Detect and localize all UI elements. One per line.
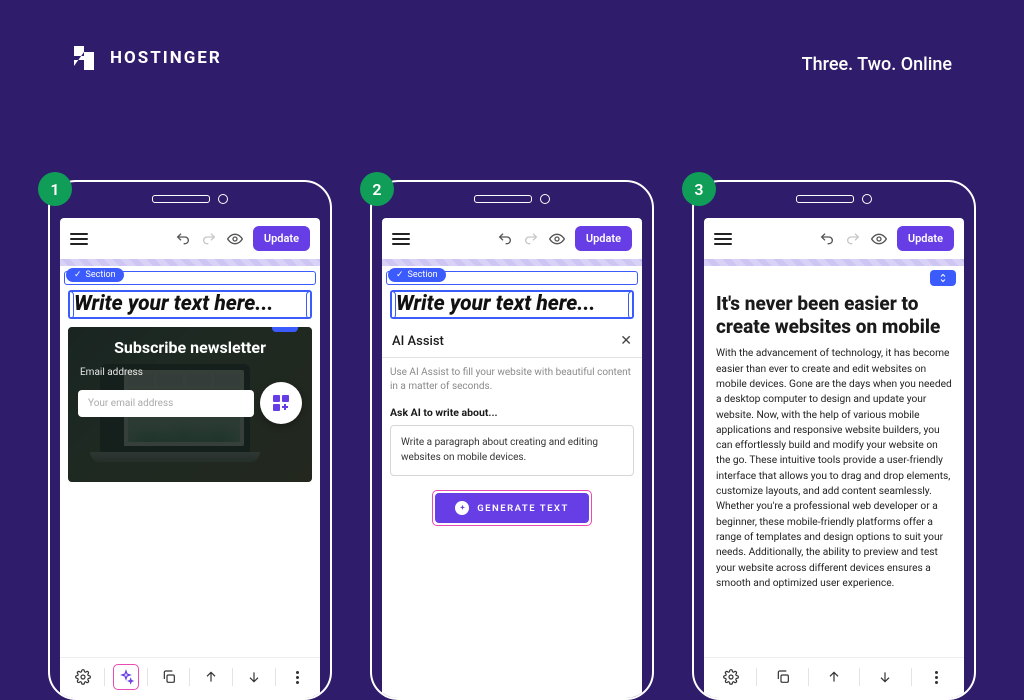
phone-notch (152, 194, 228, 204)
ai-panel-subtitle: Use AI Assist to fill your website with … (390, 366, 634, 394)
move-down-button[interactable] (237, 664, 271, 690)
section-divider-strip (704, 259, 964, 266)
step-badge-2: 2 (360, 172, 394, 206)
step-badge-1: 1 (38, 172, 72, 206)
duplicate-button[interactable] (761, 664, 803, 690)
duplicate-button[interactable] (152, 664, 186, 690)
undo-icon[interactable] (175, 231, 191, 247)
hero-image-block[interactable]: Subscribe newsletter Email address Your … (68, 327, 312, 482)
menu-icon[interactable] (714, 233, 732, 245)
hostinger-logo-icon (72, 44, 96, 72)
step-badge-3: 3 (682, 172, 716, 206)
close-icon[interactable]: ✕ (620, 333, 632, 349)
step-3-phone: 3 Update It's never been easier to creat… (692, 180, 976, 700)
ai-prompt-label: Ask AI to write about... (390, 406, 634, 419)
section-tag[interactable]: Section (66, 268, 124, 282)
preview-icon[interactable] (549, 231, 565, 247)
email-label: Email address (80, 367, 302, 378)
tagline: Three. Two. Online (802, 54, 952, 75)
generate-highlight: GENERATE TEXT (432, 490, 592, 526)
move-down-button[interactable] (864, 664, 906, 690)
sparkle-icon (455, 501, 469, 515)
update-button[interactable]: Update (575, 226, 632, 251)
menu-icon[interactable] (70, 233, 88, 245)
email-input[interactable]: Your email address (78, 390, 254, 417)
subscribe-overlay: Subscribe newsletter Email address Your … (68, 327, 312, 482)
ai-assist-panel: AI Assist ✕ Use AI Assist to fill your w… (390, 329, 634, 526)
add-grid-icon (273, 395, 289, 411)
ai-prompt-input[interactable]: Write a paragraph about creating and edi… (390, 425, 634, 476)
preview-icon[interactable] (871, 231, 887, 247)
brand-header: HOSTINGER (72, 44, 222, 72)
move-up-button[interactable] (813, 664, 855, 690)
resize-handle-right[interactable] (628, 291, 634, 319)
move-up-button[interactable] (194, 664, 228, 690)
subscribe-heading[interactable]: Subscribe newsletter (78, 338, 302, 357)
menu-icon[interactable] (392, 233, 410, 245)
more-button[interactable] (280, 664, 314, 690)
undo-icon[interactable] (819, 231, 835, 247)
section-divider-strip (382, 259, 642, 266)
generate-text-button[interactable]: GENERATE TEXT (435, 493, 589, 523)
ai-assist-button[interactable] (109, 664, 143, 690)
section-divider-strip (60, 259, 320, 266)
redo-icon (523, 231, 539, 247)
generated-heading[interactable]: It's never been easier to create website… (716, 292, 952, 338)
generate-text-label: GENERATE TEXT (477, 503, 569, 514)
redo-icon (845, 231, 861, 247)
update-button[interactable]: Update (897, 226, 954, 251)
settings-button[interactable] (66, 664, 100, 690)
redo-icon (201, 231, 217, 247)
generated-body-text[interactable]: With the advancement of technology, it h… (716, 346, 952, 591)
ai-panel-title: AI Assist (392, 334, 444, 349)
headline-text-field[interactable]: Write your text here... (68, 290, 312, 319)
headline-placeholder: Write your text here... (396, 292, 595, 316)
preview-icon[interactable] (227, 231, 243, 247)
editor-toolbar: Update (60, 218, 320, 259)
add-element-fab[interactable] (260, 382, 302, 424)
settings-button[interactable] (710, 664, 752, 690)
editor-toolbar: Update (382, 218, 642, 259)
section-tag[interactable]: Section (388, 268, 446, 282)
phone-notch (796, 194, 872, 204)
undo-icon[interactable] (497, 231, 513, 247)
update-button[interactable]: Update (253, 226, 310, 251)
resize-handle-right[interactable] (306, 291, 312, 319)
headline-placeholder: Write your text here... (74, 292, 273, 316)
editor-toolbar: Update (704, 218, 964, 259)
headline-text-field[interactable]: Write your text here... (390, 290, 634, 319)
resize-vertical-icon[interactable] (272, 327, 298, 332)
step-2-phone: 2 Update Section Write your text here (370, 180, 654, 700)
resize-handle-left[interactable] (68, 291, 74, 319)
resize-handle-left[interactable] (390, 291, 396, 319)
brand-name: HOSTINGER (110, 48, 222, 68)
resize-vertical-icon[interactable] (930, 270, 956, 286)
phone-notch (474, 194, 550, 204)
step-1-phone: 1 Update Section (48, 180, 332, 700)
more-button[interactable] (916, 664, 958, 690)
